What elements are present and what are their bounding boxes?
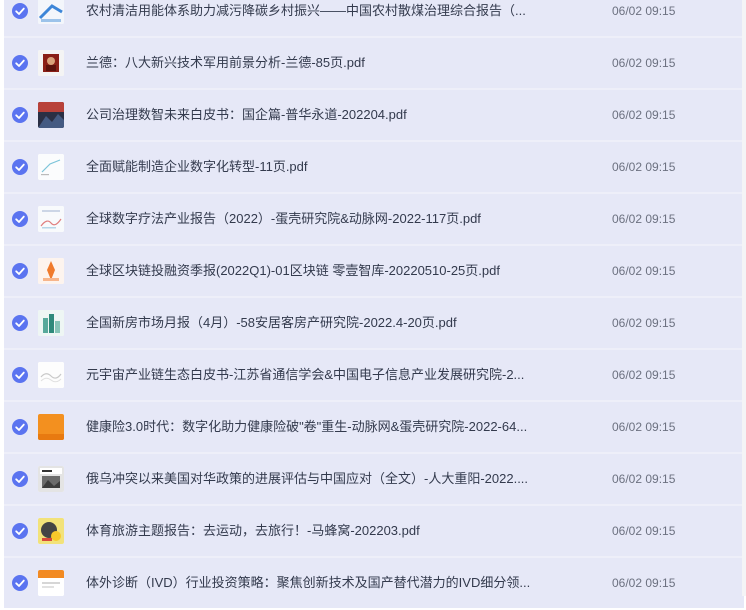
file-row[interactable]: 俄乌冲突以来美国对华政策的进展评估与中国应对（全文）-人大重阳-2022....… [4,454,744,504]
file-name[interactable]: 元宇宙产业链生态白皮书-江苏省通信学会&中国电子信息产业发展研究院-2... [86,366,576,384]
file-time: 06/02 09:15 [612,524,676,538]
file-time: 06/02 09:15 [612,264,676,278]
file-time: 06/02 09:15 [612,212,676,226]
file-thumbnail [38,206,64,232]
checked-icon[interactable] [12,315,28,331]
file-name[interactable]: 体外诊断（IVD）行业投资策略：聚焦创新技术及国产替代潜力的IVD细分领... [86,574,576,592]
file-time: 06/02 09:15 [612,108,676,122]
file-row[interactable]: 兰德：八大新兴技术军用前景分析-兰德-85页.pdf 06/02 09:15 [4,38,744,88]
checked-icon[interactable] [12,3,28,19]
file-time: 06/02 09:15 [612,368,676,382]
file-row[interactable]: 全球区块链投融资季报(2022Q1)-01区块链 零壹智库-20220510-2… [4,246,744,296]
checked-icon[interactable] [12,55,28,71]
file-row[interactable]: 体育旅游主题报告：去运动，去旅行！-马蜂窝-202203.pdf 06/02 09… [4,506,744,556]
file-time: 06/02 09:15 [612,472,676,486]
file-row[interactable]: 健康险3.0时代：数字化助力健康险破"卷"重生-动脉网&蛋壳研究院-2022-6… [4,402,744,452]
file-name[interactable]: 健康险3.0时代：数字化助力健康险破"卷"重生-动脉网&蛋壳研究院-2022-6… [86,418,576,436]
checked-icon[interactable] [12,419,28,435]
file-thumbnail [38,102,64,128]
checked-icon[interactable] [12,107,28,123]
file-row[interactable]: 体外诊断（IVD）行业投资策略：聚焦创新技术及国产替代潜力的IVD细分领... 0… [4,558,744,608]
checked-icon[interactable] [12,523,28,539]
file-time: 06/02 09:15 [612,56,676,70]
file-thumbnail [38,154,64,180]
file-name[interactable]: 农村清洁用能体系助力减污降碳乡村振兴——中国农村散煤治理综合报告（... [86,2,576,20]
file-time: 06/02 09:15 [612,420,676,434]
file-name[interactable]: 全面赋能制造企业数字化转型-11页.pdf [86,158,576,176]
checked-icon[interactable] [12,575,28,591]
file-thumbnail [38,570,64,596]
file-row[interactable]: 公司治理数智未来白皮书：国企篇-普华永道-202204.pdf 06/02 09:… [4,90,744,140]
file-row[interactable]: 全国新房市场月报（4月）-58安居客房产研究院-2022.4-20页.pdf 06… [4,298,744,348]
file-name[interactable]: 公司治理数智未来白皮书：国企篇-普华永道-202204.pdf [86,106,576,124]
file-row[interactable]: 元宇宙产业链生态白皮书-江苏省通信学会&中国电子信息产业发展研究院-2... 06… [4,350,744,400]
file-time: 06/02 09:15 [612,576,676,590]
checked-icon[interactable] [12,211,28,227]
file-time: 06/02 09:15 [612,160,676,174]
file-row[interactable]: 全面赋能制造企业数字化转型-11页.pdf 06/02 09:15 [4,142,744,192]
file-time: 06/02 09:15 [612,316,676,330]
file-name[interactable]: 全国新房市场月报（4月）-58安居客房产研究院-2022.4-20页.pdf [86,314,576,332]
file-name[interactable]: 体育旅游主题报告：去运动，去旅行！-马蜂窝-202203.pdf [86,522,576,540]
file-thumbnail [38,258,64,284]
checked-icon[interactable] [12,471,28,487]
file-name[interactable]: 俄乌冲突以来美国对华政策的进展评估与中国应对（全文）-人大重阳-2022.... [86,470,576,488]
file-list: 农村清洁用能体系助力减污降碳乡村振兴——中国农村散煤治理综合报告（... 06/0… [4,0,744,610]
file-name[interactable]: 全球数字疗法产业报告（2022）-蛋壳研究院&动脉网-2022-117页.pdf [86,210,576,228]
file-thumbnail [38,466,64,492]
checked-icon[interactable] [12,367,28,383]
checked-icon[interactable] [12,263,28,279]
file-row[interactable]: 全球数字疗法产业报告（2022）-蛋壳研究院&动脉网-2022-117页.pdf… [4,194,744,244]
file-thumbnail [38,50,64,76]
file-thumbnail [38,518,64,544]
file-thumbnail [38,362,64,388]
file-thumbnail [38,0,64,24]
file-row[interactable]: 农村清洁用能体系助力减污降碳乡村振兴——中国农村散煤治理综合报告（... 06/0… [4,0,744,36]
checked-icon[interactable] [12,159,28,175]
file-time: 06/02 09:15 [612,4,676,18]
file-thumbnail [38,414,64,440]
file-thumbnail [38,310,64,336]
file-name[interactable]: 全球区块链投融资季报(2022Q1)-01区块链 零壹智库-20220510-2… [86,262,576,280]
file-name[interactable]: 兰德：八大新兴技术军用前景分析-兰德-85页.pdf [86,54,576,72]
scrollbar-track[interactable] [742,0,746,596]
